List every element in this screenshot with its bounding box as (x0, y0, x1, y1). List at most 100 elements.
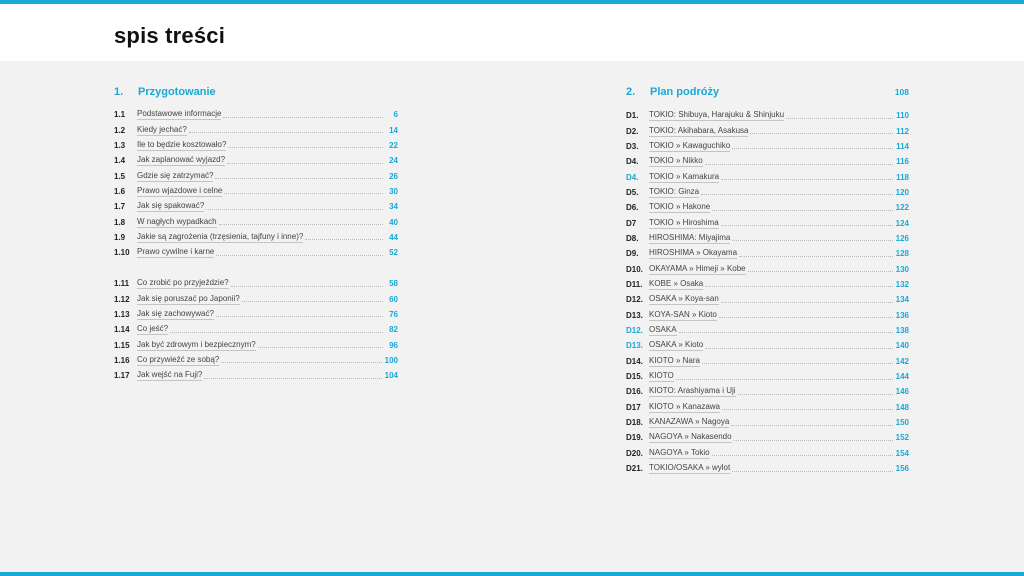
toc-entry[interactable]: D15. KIOTO 144 (626, 369, 909, 384)
toc-entry-label[interactable]: Prawo cywilne i karne (137, 247, 215, 259)
toc-entry-label[interactable]: TOKIO/OSAKA » wylot (649, 463, 731, 475)
toc-entry[interactable]: D20. NAGOYA » Tokio 154 (626, 446, 909, 461)
toc-entry-label-wrap: Co przywieźć ze sobą? (137, 355, 385, 366)
toc-entry[interactable]: D11. KOBE » Osaka 132 (626, 277, 909, 292)
toc-entry-label[interactable]: TOKIO: Ginza (649, 187, 700, 198)
toc-entry[interactable]: 1.5 Gdzie się zatrzymać? 26 (114, 168, 398, 183)
toc-entry-label[interactable]: Jak się zachowywać? (137, 309, 214, 320)
toc-entry-page: 152 (895, 433, 909, 443)
toc-entry[interactable]: D7 TOKIO » Hiroshima 124 (626, 215, 909, 230)
toc-entry[interactable]: D12. OSAKA » Koya-san 134 (626, 292, 909, 307)
toc-entry-label[interactable]: TOKIO » Nikko (649, 156, 703, 168)
toc-entry-label[interactable]: TOKIO » Kamakura (649, 172, 720, 183)
toc-entry-label[interactable]: KIOTO (649, 371, 674, 383)
dot-leader (221, 361, 382, 364)
toc-entry-label[interactable]: Jak być zdrowym i bezpiecznym? (137, 340, 256, 351)
toc-entry-label[interactable]: KIOTO » Nara (649, 356, 700, 367)
toc-entry-label[interactable]: KANAZAWA » Nagoya (649, 417, 730, 429)
toc-entry-label[interactable]: NAGOYA » Tokio (649, 448, 710, 459)
toc-entry[interactable]: 1.9 Jakie są zagrożenia (trzęsienia, tajf… (114, 230, 398, 245)
toc-entry[interactable]: D12. OSAKA 138 (626, 323, 909, 338)
toc-entry-label[interactable]: KIOTO: Arashiyama i Uji (649, 386, 736, 398)
toc-entry[interactable]: 1.4 Jak zaplanować wyjazd? 24 (114, 153, 398, 168)
toc-entry-label[interactable]: Jak wejść na Fuji? (137, 370, 203, 382)
toc-entry[interactable]: D19. NAGOYA » Nakasendo 152 (626, 430, 909, 445)
dot-leader (718, 316, 893, 319)
toc-entry-page: 154 (895, 448, 909, 458)
section-2-heading[interactable]: 2. Plan podróży 108 (626, 84, 909, 100)
toc-entry-label[interactable]: Jak się spakować? (137, 201, 205, 213)
toc-entry-label[interactable]: Kiedy jechać? (137, 125, 187, 136)
toc-entry[interactable]: 1.2 Kiedy jechać? 14 (114, 122, 398, 137)
toc-entry-label[interactable]: TOKIO » Kawaguchiko (649, 141, 731, 152)
toc-entry[interactable]: 1.1 Podstawowe informacje 6 (114, 107, 398, 122)
toc-entry-label[interactable]: TOKIO: Akihabara, Asakusa (649, 126, 749, 137)
toc-entry-label[interactable]: OSAKA (649, 325, 677, 336)
toc-entry[interactable]: 1.3 Ile to będzie kosztowało? 22 (114, 138, 398, 153)
dot-leader (732, 470, 893, 472)
toc-entry-label[interactable]: HIROSHIMA: Miyajima (649, 233, 731, 244)
toc-entry-label[interactable]: Co jeść? (137, 324, 169, 336)
toc-entry-label[interactable]: OSAKA » Kioto (649, 340, 704, 352)
toc-entry[interactable]: D14. KIOTO » Nara 142 (626, 354, 909, 369)
toc-entry[interactable]: D10. OKAYAMA » Himeji » Kobe 130 (626, 261, 909, 276)
toc-entry-label-wrap: KIOTO » Kanazawa (649, 402, 896, 413)
toc-entry-label[interactable]: OSAKA » Koya-san (649, 294, 719, 306)
toc-entry[interactable]: D13. OSAKA » Kioto 140 (626, 338, 909, 353)
toc-entry-label[interactable]: Gdzie się zatrzymać? (137, 171, 214, 182)
toc-entry[interactable]: D2. TOKIO: Akihabara, Asakusa 112 (626, 123, 909, 138)
toc-entry-label[interactable]: KOYA-SAN » Kioto (649, 310, 717, 321)
toc-entry[interactable]: 1.7 Jak się spakować? 34 (114, 199, 398, 214)
toc-entry[interactable]: D21. TOKIO/OSAKA » wylot 156 (626, 461, 909, 476)
toc-entry-label[interactable]: Jak zaplanować wyjazd? (137, 155, 226, 167)
section-1-heading[interactable]: 1. Przygotowanie (114, 84, 398, 100)
toc-entry[interactable]: 1.12 Jak się poruszać po Japonii? 60 (114, 291, 398, 306)
toc-entry-label[interactable]: KOBE » Osaka (649, 279, 704, 290)
toc-entry-number: D10. (626, 264, 643, 274)
toc-entry[interactable]: D1. TOKIO: Shibuya, Harajuku & Shinjuku 11… (626, 108, 909, 123)
toc-entry-number: D3. (626, 141, 639, 151)
toc-entry[interactable]: D4. TOKIO » Kamakura 118 (626, 169, 909, 184)
dot-leader (733, 439, 893, 441)
toc-entry-label[interactable]: TOKIO: Shibuya, Harajuku & Shinjuku (649, 110, 785, 122)
toc-entry[interactable]: 1.13 Jak się zachowywać? 76 (114, 307, 398, 322)
toc-entry[interactable]: 1.16 Co przywieźć ze sobą? 100 (114, 353, 398, 368)
toc-entry-label[interactable]: HIROSHIMA » Okayama (649, 248, 738, 260)
toc-entry[interactable]: D9. HIROSHIMA » Okayama 128 (626, 246, 909, 261)
toc-entry-page: 82 (389, 325, 398, 335)
toc-entry-label[interactable]: Co zrobić po przyjeździe? (137, 278, 229, 290)
toc-entry-label[interactable]: TOKIO » Hakone (649, 202, 711, 214)
toc-entry[interactable]: 1.15 Jak być zdrowym i bezpiecznym? 96 (114, 337, 398, 352)
toc-entry[interactable]: D3. TOKIO » Kawaguchiko 114 (626, 139, 909, 154)
toc-entry-number: 1.12 (114, 294, 130, 304)
toc-entry[interactable]: 1.8 W nagłych wypadkach 40 (114, 214, 398, 229)
dot-leader (215, 315, 383, 318)
toc-entry-label[interactable]: Jakie są zagrożenia (trzęsienia, tajfuny… (137, 232, 304, 243)
toc-entry-number: 1.2 (114, 125, 126, 135)
toc-entry-label[interactable]: Ile to będzie kosztowało? (137, 140, 227, 151)
toc-entry[interactable]: D16. KIOTO: Arashiyama i Uji 146 (626, 384, 909, 399)
toc-entry[interactable]: 1.14 Co jeść? 82 (114, 322, 398, 337)
toc-entry-label[interactable]: Jak się poruszać po Japonii? (137, 294, 240, 305)
toc-entry[interactable]: 1.11 Co zrobić po przyjeździe? 58 (114, 276, 398, 291)
toc-entry-number: D1. (626, 111, 639, 121)
toc-entry[interactable]: D5. TOKIO: Ginza 120 (626, 185, 909, 200)
toc-entry-label[interactable]: W nagłych wypadkach (137, 217, 217, 228)
toc-entry-label[interactable]: NAGOYA » Nakasendo (649, 432, 732, 444)
toc-entry-label[interactable]: KIOTO » Kanazawa (649, 402, 720, 413)
toc-entry-label[interactable]: OKAYAMA » Himeji » Kobe (649, 264, 746, 275)
toc-entry-label[interactable]: Prawo wjazdowe i celne (137, 186, 223, 197)
toc-entry[interactable]: 1.10 Prawo cywilne i karne 52 (114, 245, 398, 260)
dot-leader (704, 163, 894, 165)
toc-entry[interactable]: D13. KOYA-SAN » Kioto 136 (626, 307, 909, 322)
toc-entry[interactable]: D4. TOKIO » Nikko 116 (626, 154, 909, 169)
toc-entry[interactable]: D8. HIROSHIMA: Miyajima 126 (626, 231, 909, 246)
toc-entry[interactable]: D18. KANAZAWA » Nagoya 150 (626, 415, 909, 430)
toc-entry[interactable]: D17 KIOTO » Kanazawa 148 (626, 400, 909, 415)
toc-entry-label[interactable]: Co przywieźć ze sobą? (137, 355, 220, 366)
toc-entry[interactable]: 1.6 Prawo wjazdowe i celne 30 (114, 184, 398, 199)
toc-entry-label[interactable]: TOKIO » Hiroshima (649, 218, 719, 229)
toc-entry[interactable]: D6. TOKIO » Hakone 122 (626, 200, 909, 215)
toc-entry[interactable]: 1.17 Jak wejść na Fuji? 104 (114, 368, 398, 383)
toc-entry-label[interactable]: Podstawowe informacje (137, 109, 222, 121)
